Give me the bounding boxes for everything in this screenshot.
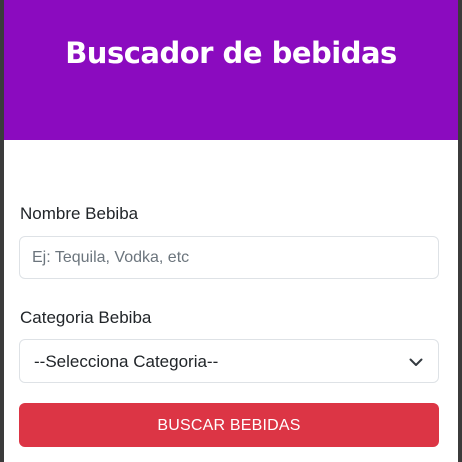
chevron-down-icon <box>409 358 423 366</box>
drink-name-input[interactable] <box>19 236 439 279</box>
drink-category-label: Categoria Bebiba <box>20 308 152 327</box>
drink-name-label: Nombre Bebiba <box>20 204 139 223</box>
page-frame: Buscador de bebidas Nombre Bebiba Catego… <box>4 0 458 462</box>
page-header: Buscador de bebidas <box>4 0 458 140</box>
search-drinks-button[interactable]: BUSCAR BEBIDAS <box>19 403 439 447</box>
drink-category-selected-value: --Selecciona Categoria-- <box>34 352 219 371</box>
page-title: Buscador de bebidas <box>65 36 397 70</box>
drink-category-select[interactable]: --Selecciona Categoria-- <box>19 339 439 383</box>
